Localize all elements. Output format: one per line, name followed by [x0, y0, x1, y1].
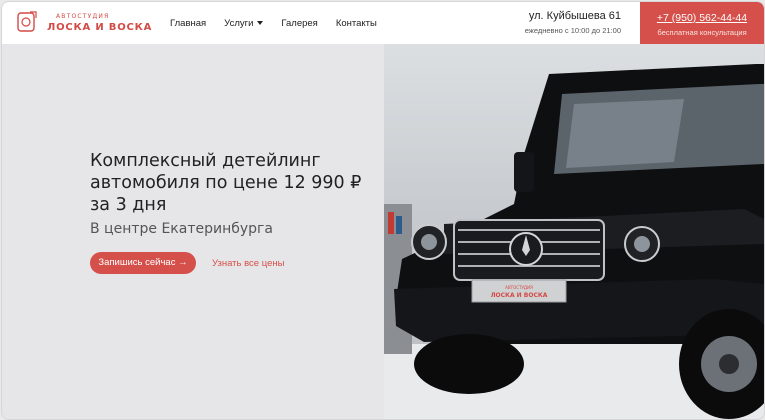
address-street: ул. Куйбышева 61	[528, 10, 621, 22]
hero-car-photo: АВТОСТУДИЯ ЛОСКА И ВОСКА	[384, 44, 764, 419]
nav-item-services-label: Услуги	[224, 17, 254, 29]
browser-frame: АВТОСТУДИЯ ЛОСКА И ВОСКА Главная Услуги …	[1, 1, 765, 420]
phone-callout[interactable]: +7 (950) 562-44-44 бесплатная консультац…	[640, 2, 764, 44]
chevron-down-icon	[257, 20, 264, 25]
logo-emblem-icon	[17, 11, 37, 32]
opening-hours: ежедневно с 10:00 до 21:00	[524, 26, 621, 35]
hero-headline: Комплексный детейлинг автомобиля по цене…	[90, 151, 362, 215]
site-header: АВТОСТУДИЯ ЛОСКА И ВОСКА Главная Услуги …	[2, 2, 764, 45]
nav-item-services[interactable]: Услуги	[224, 17, 264, 29]
phone-note: бесплатная консультация	[657, 28, 747, 37]
nav-item-gallery[interactable]: Галерея	[281, 18, 317, 29]
all-prices-link[interactable]: Узнать все цены	[212, 258, 284, 269]
main-nav: Главная Услуги Галерея Контакты	[170, 2, 395, 44]
address-block: ул. Куйбышева 61 ежедневно с 10:00 до 21…	[525, 10, 621, 35]
nav-item-contacts[interactable]: Контакты	[336, 18, 377, 29]
brand-tagline: АВТОСТУДИЯ	[56, 13, 110, 20]
hero-subtitle: В центре Екатеринбурга	[90, 221, 273, 237]
suv-illustration: АВТОСТУДИЯ ЛОСКА И ВОСКА	[384, 64, 764, 419]
book-now-button[interactable]: Запишись сейчас →	[90, 252, 196, 274]
nav-item-home[interactable]: Главная	[170, 18, 206, 29]
plate-brand-text: ЛОСКА И ВОСКА	[491, 292, 548, 299]
brand-name: ЛОСКА И ВОСКА	[47, 22, 153, 33]
plate-small-text: АВТОСТУДИЯ	[505, 285, 533, 290]
phone-link[interactable]: +7 (950) 562-44-44	[640, 12, 764, 24]
brand-logo[interactable]: АВТОСТУДИЯ ЛОСКА И ВОСКА	[16, 9, 151, 39]
